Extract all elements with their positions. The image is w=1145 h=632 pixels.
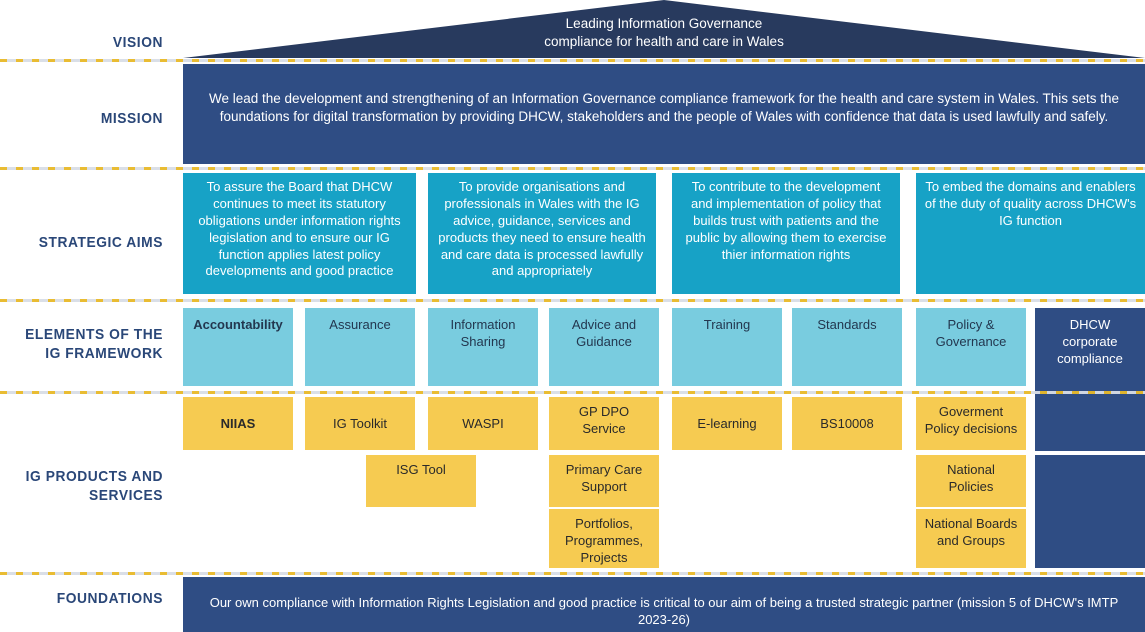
product-label-niias: NIIAS xyxy=(220,416,256,432)
product-card-niias[interactable]: NIIAS xyxy=(183,397,293,450)
element-card-advice-and-guidance[interactable]: Advice and Guidance xyxy=(549,308,659,386)
element-card-information-sharing[interactable]: Information Sharing xyxy=(428,308,538,386)
element-label-accountability: Accountability xyxy=(193,317,283,332)
product-card-government-policy-decisions[interactable]: Goverment Policy decisions xyxy=(916,397,1026,450)
row-label-products-line-1: IG PRODUCTS xyxy=(25,468,128,485)
strategic-aim-card-3[interactable]: To contribute to the development and imp… xyxy=(672,173,900,294)
product-label-bs10008: BS10008 xyxy=(820,416,874,432)
strategic-aim-text-2: To provide organisations and professiona… xyxy=(438,179,646,279)
ig-framework-diagram: VISION Leading Information Governance co… xyxy=(0,0,1145,632)
mission-box: We lead the development and strengthenin… xyxy=(183,64,1145,164)
separator-elements-products xyxy=(0,391,1145,394)
product-label-national-boards-and-groups: National Boards and Groups xyxy=(924,516,1018,548)
row-label-elements-line-2: IG FRAMEWORK xyxy=(45,344,163,362)
strategic-aim-card-1[interactable]: To assure the Board that DHCW continues … xyxy=(183,173,416,294)
product-card-waspi[interactable]: WASPI xyxy=(428,397,538,450)
row-label-mission-text: MISSION xyxy=(100,110,163,127)
element-label-assurance: Assurance xyxy=(329,317,391,332)
row-label-mission: MISSION xyxy=(13,110,163,129)
separator-vision-mission xyxy=(0,59,1145,62)
product-card-national-boards-and-groups[interactable]: National Boards and Groups xyxy=(916,509,1026,568)
product-card-isg-tool[interactable]: ISG Tool xyxy=(366,455,476,507)
element-label-advice-and-guidance: Advice and Guidance xyxy=(571,317,637,349)
product-card-gp-dpo-service[interactable]: GP DPO Service xyxy=(549,397,659,450)
element-label-standards: Standards xyxy=(817,317,877,332)
product-label-isg-tool: ISG Tool xyxy=(396,462,446,477)
strategic-aim-card-4[interactable]: To embed the domains and enablers of the… xyxy=(916,173,1145,294)
vision-triangle-shape xyxy=(183,0,1145,58)
mission-text: We lead the development and strengthenin… xyxy=(209,91,1119,124)
separator-products-foundations xyxy=(0,572,1145,575)
dhcw-corporate-compliance-label: DHCW corporate compliance xyxy=(1057,317,1123,366)
product-label-primary-care-support: Primary Care Support xyxy=(565,462,643,494)
product-card-national-policies[interactable]: National Policies xyxy=(916,455,1026,507)
product-label-waspi: WASPI xyxy=(462,416,504,432)
row-label-foundations-text: FOUNDATIONS xyxy=(56,590,164,607)
row-label-products: IG PRODUCTS AND SERVICES xyxy=(13,468,163,506)
element-card-standards[interactable]: Standards xyxy=(792,308,902,386)
separator-strategic-elements xyxy=(0,299,1145,302)
element-card-assurance[interactable]: Assurance xyxy=(305,308,415,386)
strategic-aim-card-2[interactable]: To provide organisations and professiona… xyxy=(428,173,656,294)
element-label-information-sharing: Information Sharing xyxy=(450,317,516,349)
strategic-aim-text-1: To assure the Board that DHCW continues … xyxy=(198,179,401,279)
separator-mission-strategic xyxy=(0,167,1145,170)
product-label-gp-dpo-service: GP DPO Service xyxy=(578,404,630,436)
row-label-vision-text: VISION xyxy=(112,34,163,51)
product-card-primary-care-support[interactable]: Primary Care Support xyxy=(549,455,659,507)
element-card-accountability[interactable]: Accountability xyxy=(183,308,293,386)
row-label-foundations: FOUNDATIONS xyxy=(13,590,163,609)
product-card-portfolios-programmes-projects[interactable]: Portfolios, Programmes, Projects xyxy=(549,509,659,568)
product-label-ig-toolkit: IG Toolkit xyxy=(333,416,387,432)
row-label-elements-line-1: ELEMENTS OF THE xyxy=(25,326,164,343)
row-label-strategic-aims-text: STRATEGIC AIMS xyxy=(38,234,163,251)
dhcw-corporate-compliance-card[interactable]: DHCW corporate compliance xyxy=(1035,308,1145,451)
row-label-strategic-aims: STRATEGIC AIMS xyxy=(13,234,163,253)
product-label-national-policies: National Policies xyxy=(947,462,995,494)
product-label-e-learning: E-learning xyxy=(697,416,757,432)
product-label-portfolios-programmes-projects: Portfolios, Programmes, Projects xyxy=(564,516,644,565)
element-card-policy-governance[interactable]: Policy & Governance xyxy=(916,308,1026,386)
row-label-elements: ELEMENTS OF THE IG FRAMEWORK xyxy=(13,326,163,364)
product-card-bs10008[interactable]: BS10008 xyxy=(792,397,902,450)
dhcw-corporate-compliance-extension xyxy=(1035,455,1145,568)
product-label-government-policy-decisions: Goverment Policy decisions xyxy=(924,404,1018,436)
element-label-training: Training xyxy=(703,317,751,332)
element-label-policy-governance: Policy & Governance xyxy=(935,317,1007,349)
strategic-aim-text-4: To embed the domains and enablers of the… xyxy=(924,179,1137,228)
foundations-box: Our own compliance with Information Righ… xyxy=(183,577,1145,632)
foundations-text: Our own compliance with Information Righ… xyxy=(209,595,1119,627)
product-card-e-learning[interactable]: E-learning xyxy=(672,397,782,450)
product-card-ig-toolkit[interactable]: IG Toolkit xyxy=(305,397,415,450)
element-card-training[interactable]: Training xyxy=(672,308,782,386)
strategic-aim-text-3: To contribute to the development and imp… xyxy=(685,179,887,262)
row-label-vision: VISION xyxy=(13,34,163,53)
